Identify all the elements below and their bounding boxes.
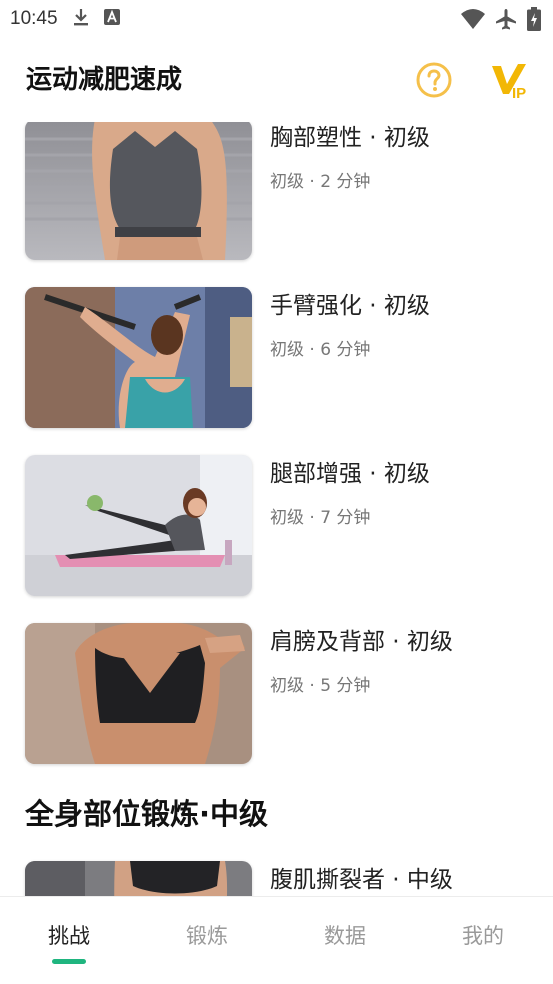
vip-text: IP [512,85,526,102]
workout-subtitle: 初级 · 2 分钟 [270,172,371,192]
tab-me[interactable]: 我的 [433,921,533,951]
workout-subtitle: 初级 · 6 分钟 [270,340,371,360]
workout-title: 手臂强化 · 初级 [270,293,430,319]
chest-workout-photo [25,122,252,260]
workout-item-abs[interactable]: 腹肌撕裂者 · 中级 [25,861,535,896]
question-circle-icon [416,62,452,98]
download-icon [72,7,90,31]
vip-badge-icon: IP [492,64,526,102]
abs-workout-photo [25,861,252,896]
help-button[interactable] [416,62,452,98]
active-tab-indicator [52,959,86,964]
status-bar: 10:45 [0,0,553,38]
shoulder-back-workout-photo [25,623,252,764]
vip-button[interactable]: IP [490,62,534,102]
workout-subtitle: 初级 · 5 分钟 [270,676,371,696]
airplane-icon [495,8,517,34]
workout-title: 肩膀及背部 · 初级 [270,629,453,655]
workout-item-shoulder-back[interactable]: 肩膀及背部 · 初级 初级 · 5 分钟 [25,623,535,764]
tab-data[interactable]: 数据 [295,921,395,951]
section-title-intermediate: 全身部位锻炼·中级 [25,797,269,831]
page-title: 运动减肥速成 [26,65,183,95]
workout-title: 腿部增强 · 初级 [270,461,430,487]
workout-item-arm[interactable]: 手臂强化 · 初级 初级 · 6 分钟 [25,287,535,428]
workout-subtitle: 初级 · 7 分钟 [270,508,371,528]
bottom-nav: 挑战 锻炼 数据 我的 [0,896,553,984]
workout-list[interactable]: 胸部塑性 · 初级 初级 · 2 分钟 手臂强化 · 初级 初级 · 6 分钟 [0,122,553,896]
app-header: 运动减肥速成 IP [0,52,553,112]
workout-title: 腹肌撕裂者 · 中级 [270,867,453,893]
status-time: 10:45 [10,8,58,29]
workout-item-chest[interactable]: 胸部塑性 · 初级 初级 · 2 分钟 [25,122,535,260]
leg-workout-photo [25,455,252,596]
font-icon [103,9,120,29]
tab-workout[interactable]: 锻炼 [157,921,257,951]
tab-challenge[interactable]: 挑战 [19,921,119,951]
workout-item-leg[interactable]: 腿部增强 · 初级 初级 · 7 分钟 [25,455,535,596]
wifi-icon [461,8,485,34]
battery-charging-icon [527,7,541,35]
workout-title: 胸部塑性 · 初级 [270,125,430,151]
arm-workout-photo [25,287,252,428]
